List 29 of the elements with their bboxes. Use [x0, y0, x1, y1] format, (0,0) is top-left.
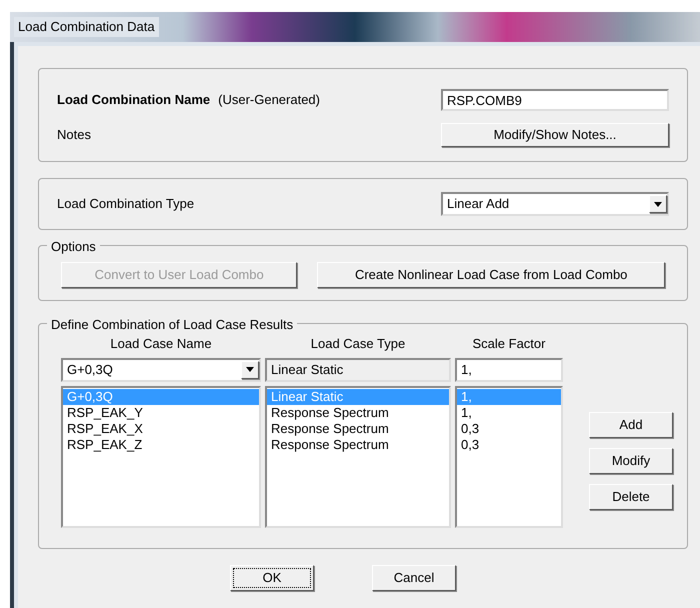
combination-type-label: Load Combination Type [57, 195, 194, 214]
list-action-button[interactable]: Modify [589, 448, 673, 474]
column-header: Load Case Name [109, 335, 213, 353]
option-button[interactable]: Create Nonlinear Load Case from Load Combo [317, 262, 665, 288]
dialog-button[interactable]: Cancel [372, 565, 456, 591]
scale-factor-field[interactable]: 1, [455, 358, 563, 382]
combination-name-label: Load Combination Name [57, 91, 210, 110]
column-header: Load Case Type [310, 335, 406, 353]
list-item[interactable]: Response Spectrum [267, 436, 449, 452]
dialog-button[interactable]: OK [230, 565, 314, 591]
modify-notes-button[interactable]: Modify/Show Notes... [441, 123, 669, 147]
list-item[interactable]: RSP_EAK_X [63, 420, 259, 436]
list-action-button[interactable]: Add [589, 412, 673, 438]
list-action-button[interactable]: Delete [589, 484, 673, 510]
list-item[interactable]: Response Spectrum [267, 420, 449, 436]
list-item[interactable]: 0,3 [457, 436, 561, 452]
window-title: Load Combination Data [14, 17, 159, 37]
combination-name-field[interactable]: RSP.COMB9 [441, 89, 669, 111]
list-item[interactable]: RSP_EAK_Z [63, 436, 259, 452]
list-item[interactable]: 1, [457, 404, 561, 420]
column-header: Scale Factor [472, 335, 546, 353]
load-case-type-field: Linear Static [265, 358, 451, 382]
list-item[interactable]: 0,3 [457, 420, 561, 436]
list-item[interactable]: RSP_EAK_Y [63, 404, 259, 420]
user-generated-hint: (User-Generated) [218, 91, 320, 110]
combination-type-dropdown[interactable]: Linear Add [441, 192, 669, 216]
list-item[interactable]: Response Spectrum [267, 404, 449, 420]
load-case-dropdown[interactable]: G+0,3Q [61, 358, 261, 382]
notes-label: Notes [57, 126, 91, 144]
